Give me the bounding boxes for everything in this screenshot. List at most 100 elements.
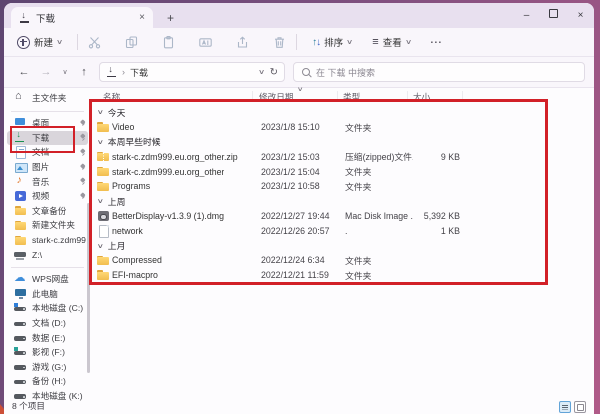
sidebar-item[interactable]: 此电脑 [7,287,88,302]
file-row[interactable]: Compressed2022/12/24 6:34文件夹 [92,253,586,268]
chevron-down-icon: ∨ [405,38,412,46]
command-bar: 新建 ∨ [4,28,594,57]
drive-icon [14,332,27,344]
netdrive-icon [14,249,27,261]
new-button[interactable]: 新建 ∨ [12,32,67,52]
column-header-date[interactable]: 修改日期 [259,91,293,103]
sidebar-item[interactable]: stark-c.zdm999.e [7,233,88,248]
group-header[interactable]: ∨上月 [92,238,586,253]
file-row[interactable]: stark-c.zdm999.eu.org_other.zip 2023/1/2 … [92,149,586,164]
maximize-button[interactable] [540,3,567,28]
file-size: 9 KB [387,152,460,162]
sidebar-item-label: 文档 (D:) [32,317,86,329]
sidebar-item[interactable]: 文档 [7,145,88,160]
status-bar: 8 个项目 [4,400,594,414]
address-dropdown-chevron[interactable]: ∨ [258,68,265,76]
more-options-button[interactable]: ⋯ [430,35,443,49]
cut-icon[interactable] [88,36,101,49]
file-date-modified: 2023/1/2 15:03 [261,152,320,162]
copy-icon[interactable] [125,36,138,49]
file-row[interactable]: BetterDisplay-v1.3.9 (1).dmg2022/12/27 1… [92,209,586,224]
sort-button[interactable]: ↑↓ 排序 ∨ [307,32,357,52]
breadcrumb[interactable]: 下载 [130,66,148,79]
column-header-name[interactable]: 名称 [103,91,120,103]
sidebar-item-label: 主文件夹 [32,92,86,104]
sidebar-item[interactable]: 视频 [7,189,88,204]
explorer-window: 下载 × + – × 新建 ∨ [4,3,594,414]
sidebar-item[interactable]: Z:\ [7,247,88,262]
column-header-type[interactable]: 类型 [343,91,360,103]
pc-icon [14,288,27,300]
forward-button[interactable]: → [35,66,57,78]
sidebar-item[interactable]: 数据 (E:) [7,330,88,345]
column-header-size[interactable]: 大小 [413,91,430,103]
tab-close-icon[interactable]: × [137,12,147,23]
folder-icon [97,122,110,133]
group-header[interactable]: ∨今天 [92,105,586,120]
file-name: stark-c.zdm999.eu.org_other [112,167,224,177]
sidebar-item-label: stark-c.zdm999.e [32,235,86,245]
file-row[interactable]: network2022/12/26 20:57.1 KB [92,223,586,238]
close-button[interactable]: × [567,3,594,28]
sidebar-item[interactable]: 图片 [7,160,88,175]
maximize-icon [549,9,558,18]
drive-icon [14,375,27,387]
refresh-icon[interactable]: ↻ [270,67,278,78]
file-row[interactable]: stark-c.zdm999.eu.org_other 2023/1/2 15:0… [92,164,586,179]
group-label: 上月 [108,239,126,252]
up-button[interactable]: ↑ [73,66,95,78]
recent-locations-chevron[interactable]: ∨ [57,68,73,76]
sidebar-item[interactable]: 备份 (H:) [7,374,88,389]
sort-button-label: 排序 [324,35,343,49]
address-box[interactable]: › 下载 ∨ ↻ [99,62,285,82]
sidebar-item-label: WPS网盘 [32,273,86,285]
sort-icon: ↑↓ [312,37,320,48]
delete-icon[interactable] [273,36,286,49]
sidebar-item[interactable]: 游戏 (G:) [7,360,88,375]
file-row[interactable]: Programs2023/1/2 10:58文件夹 [92,179,586,194]
back-button[interactable]: ← [13,66,35,78]
share-icon[interactable] [236,36,249,49]
sidebar-item[interactable]: 本地磁盘 (C:) [7,301,88,316]
new-tab-button[interactable]: + [163,11,178,28]
sidebar-item[interactable]: 下载 [7,131,88,146]
search-input[interactable]: 在 下载 中搜索 [293,62,585,82]
sidebar-item[interactable]: 文章备份 [7,204,88,219]
file-date-modified: 2023/1/2 10:58 [261,181,320,191]
group-header[interactable]: ∨上周 [92,194,586,209]
file-date-modified: 2023/1/2 15:04 [261,167,320,177]
view-button[interactable]: ≡ 查看 ∨ [367,32,416,52]
file-date-modified: 2022/12/26 20:57 [261,226,330,236]
group-label: 今天 [108,106,126,119]
sidebar-item-label: 新建文件夹 [32,219,86,231]
file-row[interactable]: EFI-macpro2022/12/21 11:59文件夹 [92,268,586,283]
music-icon [14,176,27,188]
file-type: 文件夹 [345,121,371,134]
sidebar-item[interactable]: 音乐 [7,174,88,189]
paste-icon[interactable] [162,36,175,49]
folder-icon [14,205,27,217]
sidebar-item[interactable]: 桌面 [7,116,88,131]
minimize-button[interactable]: – [513,3,540,28]
sidebar-item[interactable]: 影视 (F:) [7,345,88,360]
sidebar-item-label: 文档 [32,146,78,158]
sidebar-item[interactable]: 新建文件夹 [7,218,88,233]
large-icons-view-button[interactable] [574,401,586,413]
desktop-icon [14,117,27,129]
file-type: 文件夹 [345,254,371,267]
sidebar-item-label: 备份 (H:) [32,375,86,387]
file-name: Programs [112,181,150,191]
file-row[interactable]: Video2023/1/8 15:10文件夹 [92,120,586,135]
group-label: 本周早些时候 [108,135,161,148]
sidebar-item[interactable]: 主文件夹 [7,90,88,106]
drive-icon [14,361,27,373]
sidebar-item[interactable]: WPS网盘 [7,272,88,287]
sidebar-divider [11,267,84,268]
toolbar-divider [77,34,78,50]
file-name: stark-c.zdm999.eu.org_other.zip [112,152,238,162]
details-view-button[interactable] [559,401,571,413]
rename-icon[interactable] [199,36,212,49]
group-header[interactable]: ∨本周早些时候 [92,135,586,150]
tab-downloads[interactable]: 下载 × [11,7,153,28]
sidebar-item[interactable]: 文档 (D:) [7,316,88,331]
